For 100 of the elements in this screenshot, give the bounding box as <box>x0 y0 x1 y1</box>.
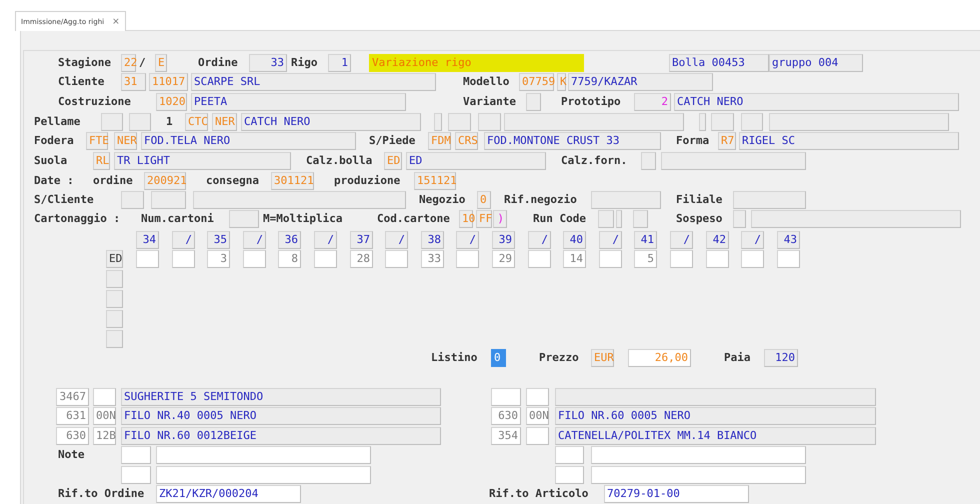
input-field[interactable]: 00N <box>93 407 116 425</box>
input-field[interactable]: 35 <box>207 231 230 249</box>
input-field[interactable] <box>243 250 266 268</box>
input-field[interactable] <box>106 290 123 308</box>
input-field[interactable] <box>526 93 541 111</box>
input-field[interactable]: 630 <box>491 407 521 425</box>
input-field[interactable]: 630 <box>56 427 89 445</box>
input-field[interactable] <box>555 446 584 464</box>
input-field[interactable] <box>591 446 806 464</box>
input-field[interactable]: 39 <box>492 231 515 249</box>
input-field[interactable] <box>641 152 656 170</box>
input-field[interactable] <box>385 250 408 268</box>
input-field[interactable]: SCARPE SRL <box>191 73 436 91</box>
input-field[interactable]: / <box>314 231 337 249</box>
input-field[interactable] <box>711 113 734 131</box>
input-field[interactable] <box>591 466 806 484</box>
input-field[interactable]: 3467 <box>56 388 89 406</box>
input-field[interactable] <box>733 191 806 209</box>
input-field[interactable] <box>106 330 123 348</box>
input-field[interactable] <box>491 388 521 406</box>
input-field[interactable]: Bolla 00453 <box>669 54 769 72</box>
input-field[interactable]: 7759/KAZAR <box>568 73 713 91</box>
input-field[interactable]: 38 <box>421 231 444 249</box>
input-field[interactable]: CATCH NERO <box>674 93 959 111</box>
input-field[interactable]: 29 <box>492 250 515 268</box>
input-field[interactable]: / <box>385 231 408 249</box>
input-field[interactable] <box>136 250 159 268</box>
input-field[interactable]: 1 <box>328 54 351 72</box>
input-field[interactable] <box>93 388 116 406</box>
input-field[interactable] <box>129 113 151 131</box>
input-field[interactable]: FOD.MONTONE CRUST 33 <box>484 132 661 150</box>
input-field[interactable]: 42 <box>706 231 729 249</box>
input-field[interactable] <box>733 210 746 228</box>
input-field[interactable] <box>706 250 729 268</box>
input-field[interactable]: 28 <box>350 250 373 268</box>
input-field[interactable]: ZK21/KZR/000204 <box>156 485 301 503</box>
input-field[interactable]: 00N <box>526 407 549 425</box>
input-field[interactable]: 3 <box>207 250 230 268</box>
input-field[interactable]: FILO NR.60 0012BEIGE <box>121 427 441 445</box>
input-field[interactable]: FILO NR.60 0005 NERO <box>555 407 876 425</box>
input-field[interactable]: 14 <box>563 250 586 268</box>
input-field[interactable] <box>661 152 806 170</box>
input-field[interactable] <box>526 388 549 406</box>
input-field[interactable] <box>193 191 406 209</box>
input-field[interactable] <box>172 250 195 268</box>
input-field[interactable]: / <box>528 231 551 249</box>
input-field[interactable] <box>751 210 961 228</box>
input-field[interactable]: 40 <box>563 231 586 249</box>
input-field[interactable]: 631 <box>56 407 89 425</box>
input-field[interactable]: RIGEL SC <box>739 132 959 150</box>
input-field[interactable]: 33 <box>249 54 287 72</box>
input-field[interactable] <box>121 446 151 464</box>
input-field[interactable]: ED <box>106 250 123 268</box>
input-field[interactable]: 37 <box>350 231 373 249</box>
input-field[interactable]: ED <box>406 152 546 170</box>
input-field[interactable] <box>121 191 144 209</box>
input-field[interactable] <box>528 250 551 268</box>
input-field[interactable]: PEETA <box>191 93 406 111</box>
input-field[interactable] <box>156 446 371 464</box>
input-field[interactable] <box>599 250 622 268</box>
input-field[interactable]: 354 <box>491 427 521 445</box>
input-field[interactable] <box>106 310 123 328</box>
input-field[interactable] <box>456 250 479 268</box>
input-field[interactable] <box>741 113 763 131</box>
input-field[interactable]: CATENELLA/POLITEX MM.14 BIANCO <box>555 427 876 445</box>
input-field[interactable]: 5 <box>634 250 657 268</box>
input-field[interactable] <box>434 113 442 131</box>
input-field[interactable]: / <box>243 231 266 249</box>
input-field[interactable] <box>526 427 549 445</box>
input-field[interactable]: CATCH NERO <box>241 113 421 131</box>
input-field[interactable]: 41 <box>634 231 657 249</box>
input-field[interactable]: FOD.TELA NERO <box>141 132 356 150</box>
input-field[interactable] <box>616 210 622 228</box>
input-field[interactable] <box>448 113 471 131</box>
input-field[interactable]: 34 <box>136 231 159 249</box>
input-field[interactable] <box>777 250 800 268</box>
input-field[interactable] <box>555 466 584 484</box>
input-field[interactable]: 43 <box>777 231 800 249</box>
input-field[interactable] <box>633 210 648 228</box>
input-field[interactable]: / <box>670 231 693 249</box>
input-field[interactable]: FILO NR.40 0005 NERO <box>121 407 441 425</box>
close-icon[interactable]: × <box>112 16 120 26</box>
input-field[interactable] <box>151 191 186 209</box>
input-field[interactable] <box>504 113 684 131</box>
input-field[interactable] <box>598 210 614 228</box>
input-field[interactable]: 33 <box>421 250 444 268</box>
input-field[interactable] <box>121 466 151 484</box>
input-field[interactable] <box>229 210 259 228</box>
input-field[interactable] <box>314 250 337 268</box>
input-field[interactable] <box>156 466 371 484</box>
input-field[interactable]: 12B <box>93 427 116 445</box>
input-field[interactable]: 70279-01-00 <box>604 485 749 503</box>
input-field[interactable]: 8 <box>278 250 301 268</box>
input-field[interactable]: SUGHERITE 5 SEMITONDO <box>121 388 441 406</box>
input-field[interactable] <box>769 113 949 131</box>
input-field[interactable]: 120 <box>764 349 798 367</box>
input-field[interactable] <box>699 113 706 131</box>
input-field[interactable]: / <box>741 231 764 249</box>
input-field[interactable]: / <box>172 231 195 249</box>
input-field[interactable]: / <box>599 231 622 249</box>
